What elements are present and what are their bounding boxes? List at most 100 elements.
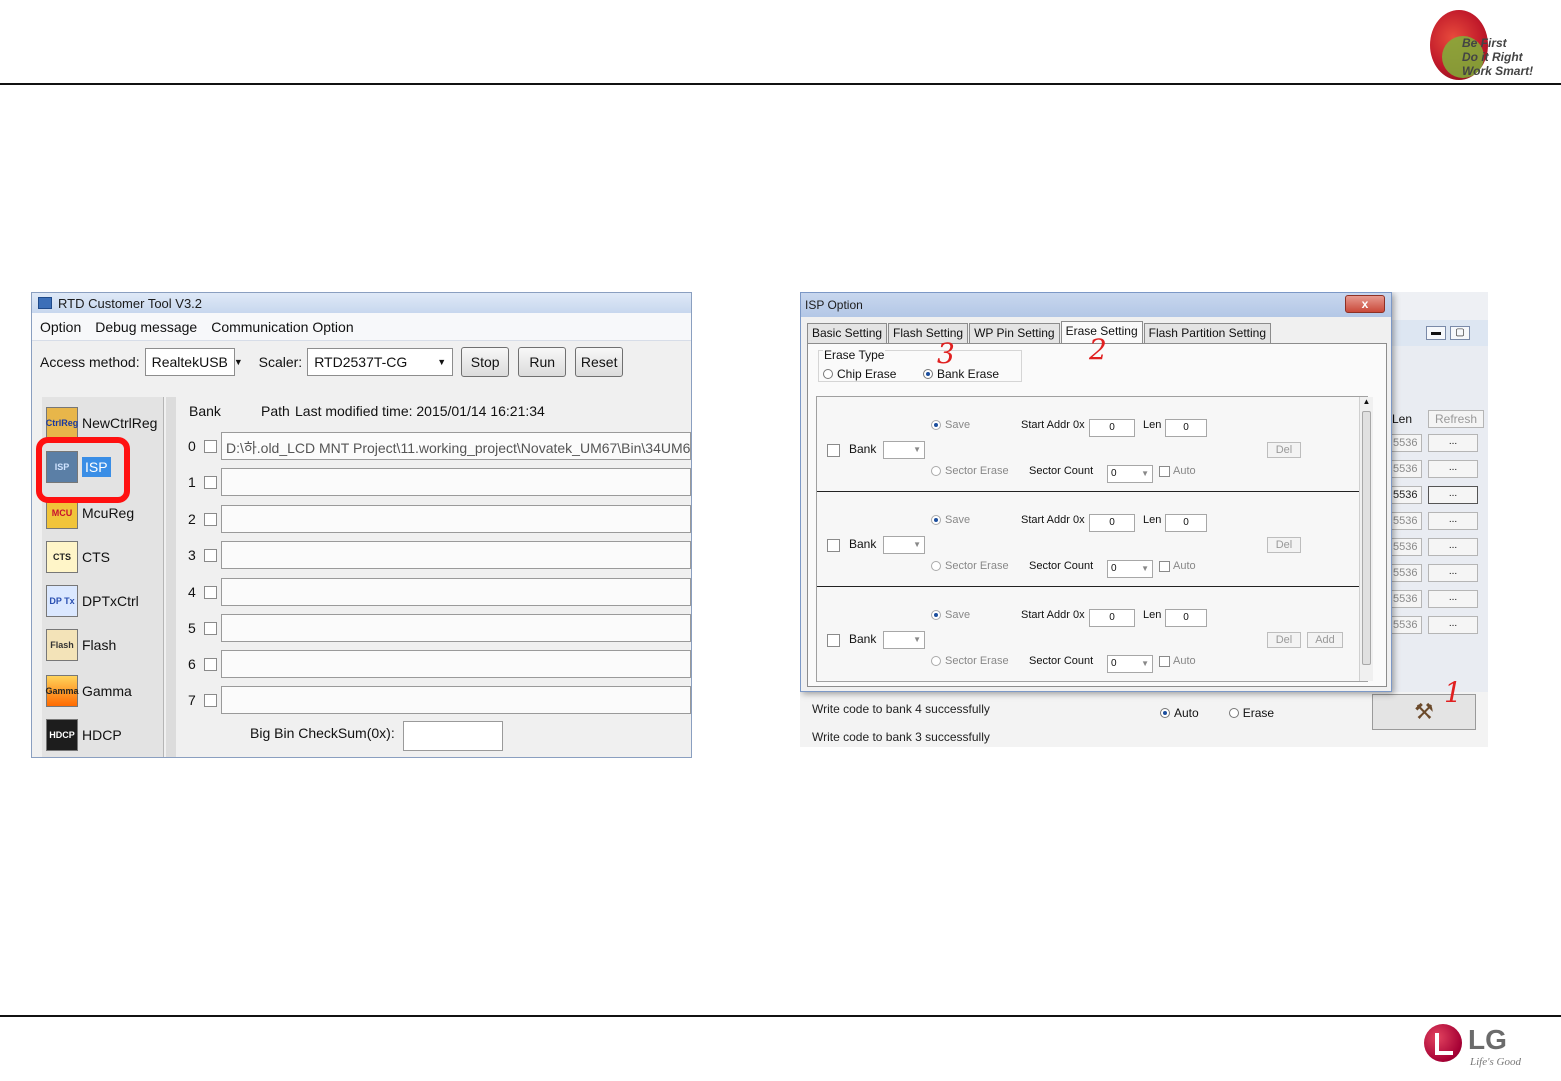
sidebar-item-hdcp[interactable]: HDCP HDCP — [46, 715, 122, 755]
tab-basic-setting[interactable]: Basic Setting — [807, 323, 888, 343]
tab-wp-pin-setting[interactable]: WP Pin Setting — [969, 323, 1060, 343]
browse-button[interactable]: ... — [1428, 512, 1478, 530]
bank-checkbox[interactable] — [204, 512, 217, 526]
bank-row: 5 — [188, 613, 691, 643]
bank-checkbox[interactable] — [204, 657, 217, 671]
sector-erase-option[interactable]: Sector Erase — [931, 465, 1009, 477]
sector-count-select[interactable]: 0 ▼ — [1107, 465, 1153, 483]
len-input[interactable]: 0 — [1165, 514, 1207, 532]
browse-button[interactable]: ... — [1428, 538, 1478, 556]
sidebar-item-cts[interactable]: CTS CTS — [46, 537, 110, 577]
bank-checkbox[interactable] — [204, 475, 217, 489]
menu-debug-message[interactable]: Debug message — [95, 319, 197, 335]
save-radio[interactable] — [931, 610, 941, 620]
bank-row: 7 — [188, 685, 691, 715]
run-button[interactable]: Run — [518, 347, 567, 377]
scaler-select[interactable]: RTD2537T-CG ▼ — [307, 348, 454, 376]
vertical-scrollbar[interactable]: ▲ — [1359, 397, 1373, 681]
sector-erase-radio[interactable] — [931, 656, 941, 666]
auto-checkbox[interactable] — [1159, 655, 1170, 667]
bank-erase-option[interactable]: Bank Erase — [923, 367, 999, 381]
auto-option[interactable]: Auto — [1159, 560, 1196, 572]
start-addr-input[interactable]: 0 — [1089, 514, 1135, 532]
stop-button[interactable]: Stop — [461, 347, 510, 377]
bank-checkbox[interactable] — [827, 444, 840, 457]
bank-erase-radio[interactable] — [923, 369, 933, 379]
bank-path-field[interactable] — [221, 505, 691, 533]
auto-option[interactable]: Auto — [1159, 465, 1196, 477]
bank-checkbox[interactable] — [204, 585, 217, 599]
browse-button[interactable]: ... — [1428, 616, 1478, 634]
bank-select[interactable]: ▼ — [883, 441, 925, 459]
bank-block: Save Bank ▼ Start Addr 0x 0 Len 0 Sector… — [817, 492, 1359, 587]
menu-option[interactable]: Option — [40, 319, 81, 335]
access-method-select[interactable]: RealtekUSB ▼ — [144, 348, 243, 376]
save-radio[interactable] — [931, 515, 941, 525]
bank-checkbox[interactable] — [827, 634, 840, 647]
checksum-field[interactable] — [403, 721, 503, 751]
panel-splitter[interactable] — [166, 397, 176, 757]
browse-button[interactable]: ... — [1428, 486, 1478, 504]
bank-path-field[interactable] — [221, 468, 691, 496]
close-icon[interactable]: x — [1345, 295, 1385, 313]
auto-checkbox[interactable] — [1159, 560, 1170, 572]
bank-path-field[interactable] — [221, 541, 691, 569]
scroll-thumb[interactable] — [1362, 411, 1371, 665]
add-button[interactable]: Add — [1307, 632, 1343, 648]
sector-erase-radio[interactable] — [931, 466, 941, 476]
menu-communication-option[interactable]: Communication Option — [211, 319, 353, 335]
start-addr-input[interactable]: 0 — [1089, 609, 1135, 627]
chip-erase-radio[interactable] — [823, 369, 833, 379]
isp-option-dialog: ISP Option x Basic Setting Flash Setting… — [800, 292, 1392, 692]
bank-checkbox[interactable] — [204, 439, 217, 453]
tab-flash-setting[interactable]: Flash Setting — [888, 323, 969, 343]
bank-path-field[interactable] — [221, 650, 691, 678]
reset-button[interactable]: Reset — [575, 347, 624, 377]
bank-number: 6 — [188, 656, 196, 672]
sector-count-select[interactable]: 0 ▼ — [1107, 560, 1153, 578]
len-input[interactable]: 0 — [1165, 609, 1207, 627]
bank-select[interactable]: ▼ — [883, 631, 925, 649]
browse-button[interactable]: ... — [1428, 460, 1478, 478]
sidebar-item-dptxctrl[interactable]: DP Tx DPTxCtrl — [46, 581, 139, 621]
tab-flash-partition-setting[interactable]: Flash Partition Setting — [1143, 323, 1272, 343]
sector-count-select[interactable]: 0 ▼ — [1107, 655, 1153, 673]
auto-radio[interactable] — [1160, 708, 1170, 718]
sidebar-item-flash[interactable]: Flash Flash — [46, 625, 116, 665]
scroll-up-icon[interactable]: ▲ — [1360, 397, 1373, 406]
refresh-button[interactable]: Refresh — [1428, 410, 1484, 428]
save-radio[interactable] — [931, 420, 941, 430]
auto-checkbox[interactable] — [1159, 465, 1170, 477]
del-button[interactable]: Del — [1267, 442, 1301, 458]
minimize-icon[interactable]: ▬ — [1426, 326, 1446, 340]
auto-label: Auto — [1173, 560, 1196, 572]
browse-button[interactable]: ... — [1428, 434, 1478, 452]
start-addr-input[interactable]: 0 — [1089, 419, 1135, 437]
auto-option[interactable]: Auto — [1159, 655, 1196, 667]
save-option[interactable]: Save — [931, 419, 970, 431]
rtd-tool-window: RTD Customer Tool V3.2 Option Debug mess… — [31, 292, 692, 758]
bank-checkbox[interactable] — [827, 539, 840, 552]
browse-button[interactable]: ... — [1428, 590, 1478, 608]
maximize-icon[interactable]: ▢ — [1450, 326, 1470, 340]
chip-erase-option[interactable]: Chip Erase — [823, 367, 896, 381]
sector-erase-option[interactable]: Sector Erase — [931, 655, 1009, 667]
bank-select[interactable]: ▼ — [883, 536, 925, 554]
bank-path-field[interactable] — [221, 578, 691, 606]
bank-path-field[interactable] — [221, 686, 691, 714]
bank-checkbox[interactable] — [204, 693, 217, 707]
sector-erase-radio[interactable] — [931, 561, 941, 571]
save-option[interactable]: Save — [931, 514, 970, 526]
sidebar-item-gamma[interactable]: Gamma Gamma — [45, 671, 132, 711]
del-button[interactable]: Del — [1267, 537, 1301, 553]
del-button[interactable]: Del — [1267, 632, 1301, 648]
len-input[interactable]: 0 — [1165, 419, 1207, 437]
bank-checkbox[interactable] — [204, 621, 217, 635]
bank-path-field[interactable]: D:\하.old_LCD MNT Project\11.working_proj… — [221, 432, 691, 460]
save-option[interactable]: Save — [931, 609, 970, 621]
bank-path-field[interactable] — [221, 614, 691, 642]
sector-erase-option[interactable]: Sector Erase — [931, 560, 1009, 572]
bank-checkbox[interactable] — [204, 548, 217, 562]
browse-button[interactable]: ... — [1428, 564, 1478, 582]
erase-radio[interactable] — [1228, 708, 1239, 718]
